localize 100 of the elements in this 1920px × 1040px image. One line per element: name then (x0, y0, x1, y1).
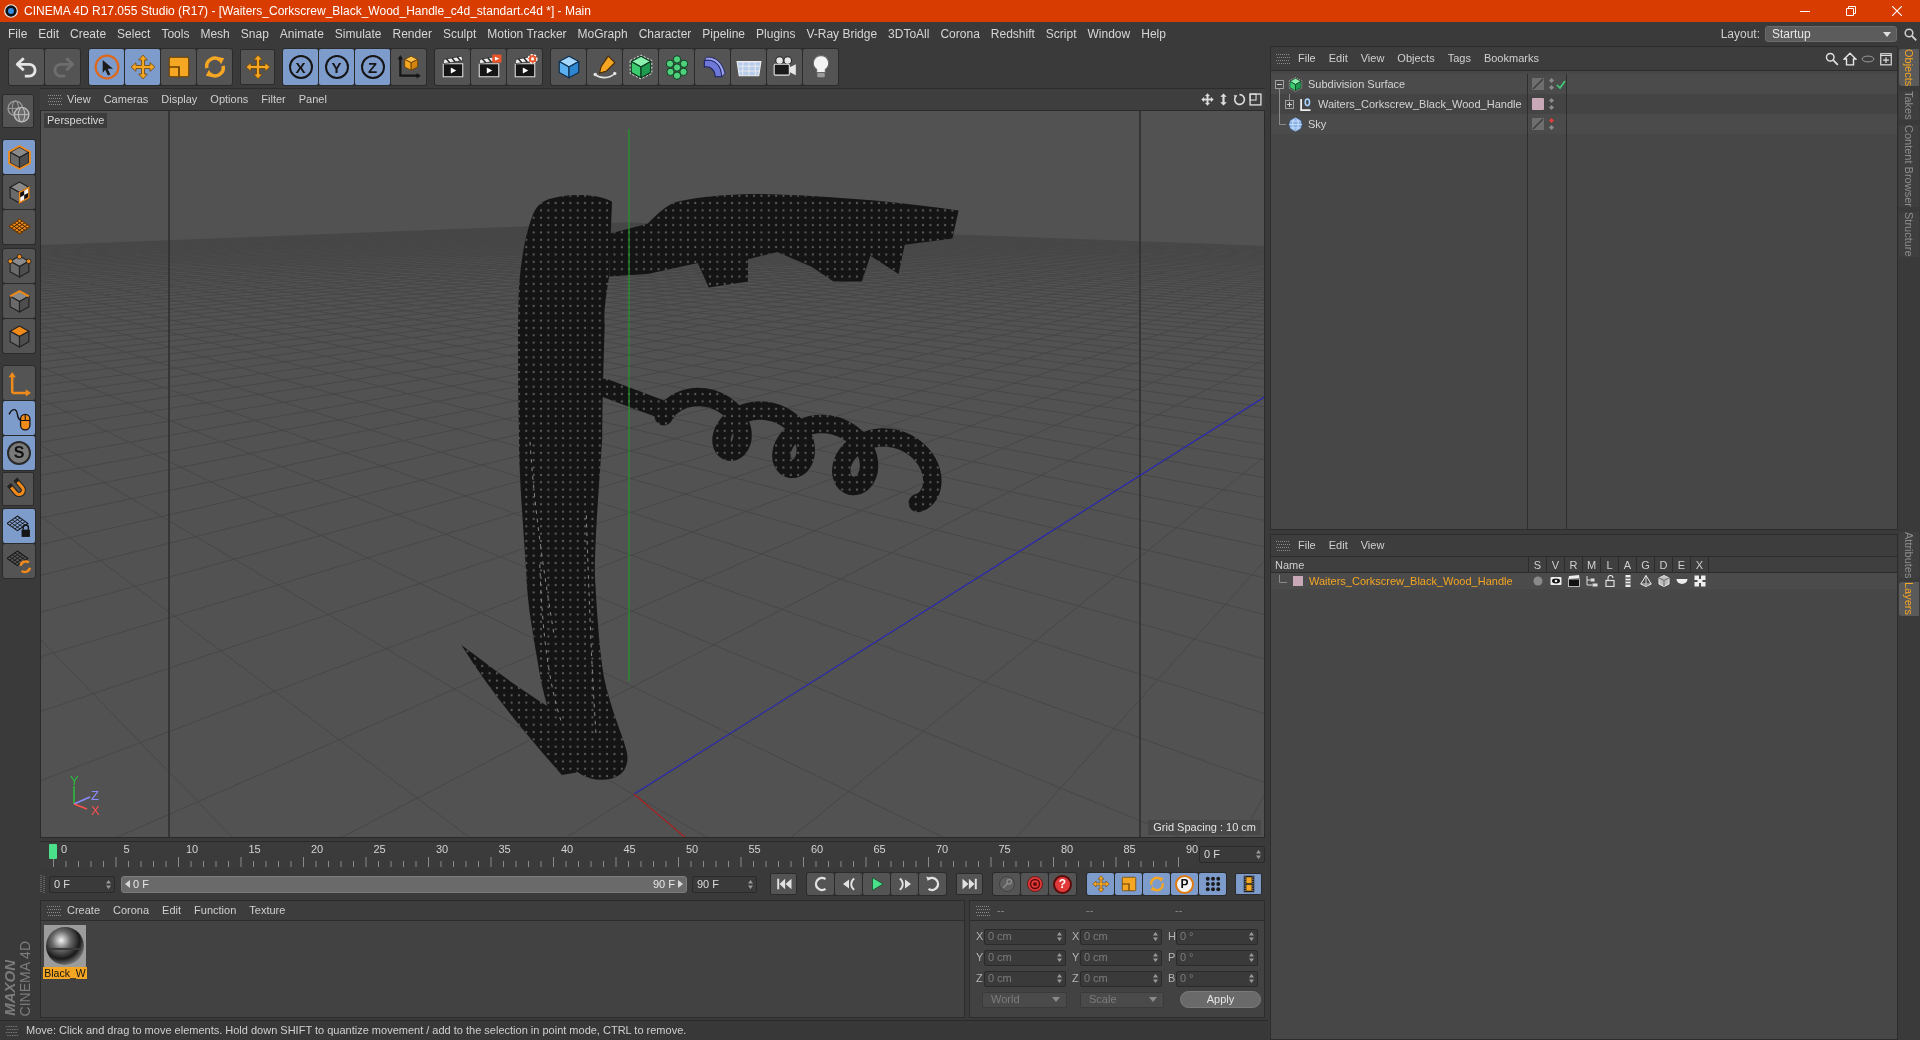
bend-button[interactable] (695, 49, 730, 85)
menu-item[interactable]: Edit (162, 902, 182, 919)
column-header[interactable]: D (1655, 557, 1673, 572)
end-frame-field[interactable]: 90 F (692, 875, 757, 893)
pen-button[interactable] (587, 49, 622, 85)
padlock-icon[interactable] (1604, 575, 1616, 587)
start-frame-field[interactable]: 0 F (49, 875, 115, 893)
axis-lock-button[interactable]: Y (319, 49, 354, 85)
move-button[interactable] (125, 49, 160, 85)
column-header[interactable]: V (1547, 557, 1565, 572)
go-start-button[interactable] (770, 873, 797, 895)
layer-swatch-icon[interactable] (1293, 576, 1303, 586)
search-icon[interactable] (1904, 27, 1917, 41)
menu-item[interactable]: Create (67, 902, 101, 919)
column-header[interactable]: G (1637, 557, 1655, 572)
hierarchy-icon[interactable] (1586, 575, 1598, 587)
menu-item[interactable]: Animate (279, 25, 324, 43)
side-tab[interactable]: Layers (1899, 582, 1919, 616)
points-button[interactable] (3, 249, 35, 283)
menu-item[interactable]: View (1360, 537, 1385, 554)
frame-field[interactable]: 0 F (1199, 845, 1265, 863)
rotate-view-icon[interactable] (1233, 93, 1246, 106)
checkmark-icon[interactable] (1556, 79, 1566, 89)
transform-button[interactable] (240, 49, 275, 85)
subdivision-button[interactable] (623, 49, 658, 85)
render-settings-button[interactable] (507, 49, 542, 85)
pla-button[interactable] (1199, 873, 1226, 895)
menu-item[interactable]: Tools (161, 25, 190, 43)
spinner-icon[interactable] (748, 879, 753, 889)
column-header[interactable]: S (1529, 557, 1547, 572)
menu-item[interactable]: Help (1141, 25, 1166, 43)
material-name[interactable]: Black_W (43, 967, 87, 979)
autokey-button[interactable]: ? (1049, 873, 1076, 895)
cube-icon[interactable] (1658, 575, 1670, 587)
axis-lock-button[interactable]: X (283, 49, 318, 85)
menu-item[interactable]: File (8, 25, 28, 43)
pyramid-icon[interactable] (1640, 575, 1652, 587)
workplane-button[interactable] (3, 210, 35, 244)
menu-item[interactable]: Plugins (756, 25, 796, 43)
layer-name[interactable]: Waiters_Corkscrew_Black_Wood_Handle (1309, 575, 1513, 587)
column-header[interactable]: M (1583, 557, 1601, 572)
object-name[interactable]: Waiters_Corkscrew_Black_Wood_Handle (1318, 95, 1522, 113)
eye-icon[interactable] (1550, 575, 1562, 587)
node-icon[interactable] (1694, 575, 1706, 587)
visibility-dots-icon[interactable] (1549, 98, 1554, 110)
move-view-icon[interactable] (1201, 93, 1214, 106)
polygons-button[interactable] (3, 319, 35, 353)
next-key-button[interactable] (919, 873, 946, 895)
cube-button[interactable] (551, 49, 586, 85)
spinner-icon[interactable] (1256, 849, 1261, 859)
maximize-icon[interactable] (1249, 93, 1262, 106)
menu-item[interactable]: Objects (1397, 50, 1435, 67)
axis-lock-button[interactable]: Z (355, 49, 390, 85)
scale-button[interactable] (1115, 873, 1142, 895)
menu-item[interactable]: Bookmarks (1483, 50, 1539, 67)
menu-item[interactable]: View (67, 91, 91, 108)
column-header[interactable]: A (1619, 557, 1637, 572)
menu-item[interactable]: Motion Tracker (487, 25, 567, 43)
menu-item[interactable]: Script (1045, 25, 1077, 43)
menu-item[interactable]: Display (161, 91, 198, 108)
menu-item[interactable]: Window (1087, 25, 1131, 43)
lock-workplane-button[interactable] (3, 509, 35, 543)
grip-icon[interactable] (6, 1025, 18, 1036)
grip-icon[interactable] (40, 875, 45, 893)
undo-button[interactable] (9, 49, 44, 85)
caged-cube-icon[interactable] (1288, 76, 1303, 92)
grip-icon[interactable] (976, 905, 990, 916)
workplane-rotate-button[interactable] (3, 544, 35, 578)
rotate-button[interactable] (197, 49, 232, 85)
menu-item[interactable]: Redshift (990, 25, 1035, 43)
viewport[interactable]: Perspective Grid Spacing : 10 cm Y Z X (40, 110, 1265, 838)
grip-icon[interactable] (48, 94, 62, 105)
sky-sphere-icon[interactable] (1288, 116, 1303, 132)
step-back-button[interactable] (835, 873, 862, 895)
menu-item[interactable]: Function (194, 902, 237, 919)
camera-button[interactable] (767, 49, 802, 85)
menu-item[interactable]: Character (638, 25, 692, 43)
dot-icon[interactable] (1532, 575, 1544, 587)
layer-row[interactable]: Waiters_Corkscrew_Black_Wood_Handle (1271, 573, 1897, 589)
clapperboard-icon[interactable] (1568, 575, 1580, 587)
menu-item[interactable]: Tags (1447, 50, 1471, 67)
object-name[interactable]: Subdivision Surface (1308, 75, 1406, 93)
film-button[interactable] (1235, 873, 1262, 895)
null-object-icon[interactable] (1298, 96, 1313, 112)
menu-item[interactable]: Panel (298, 91, 327, 108)
grip-icon[interactable] (1276, 540, 1290, 551)
menu-item[interactable]: File (1298, 537, 1316, 554)
left-arrow-icon[interactable] (125, 880, 130, 888)
go-end-button[interactable] (956, 873, 983, 895)
step-forward-button[interactable] (891, 873, 918, 895)
edges-button[interactable] (3, 284, 35, 318)
home-icon[interactable] (1843, 51, 1857, 66)
menu-item[interactable]: Texture (249, 902, 286, 919)
prev-key-button[interactable] (807, 873, 834, 895)
param-button[interactable]: P (1171, 873, 1198, 895)
menu-item[interactable]: Simulate (334, 25, 382, 43)
menu-item[interactable]: Pipeline (702, 25, 746, 43)
visibility-dots-icon[interactable] (1549, 78, 1554, 90)
render-view-button[interactable] (435, 49, 470, 85)
layer-swatch-icon[interactable] (1532, 98, 1544, 110)
